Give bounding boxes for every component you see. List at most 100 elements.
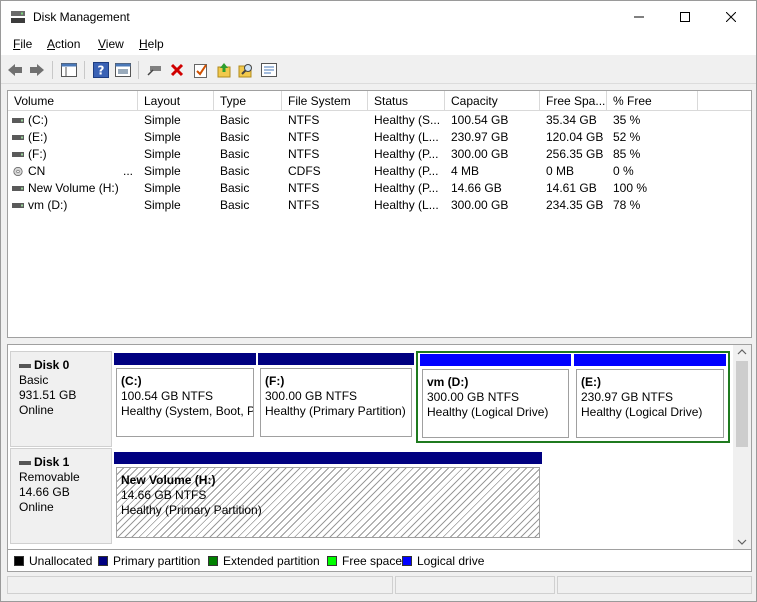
back-button[interactable] — [6, 61, 24, 79]
close-button[interactable] — [708, 1, 754, 33]
disk-icon — [19, 460, 31, 465]
status-bar-section — [7, 576, 393, 594]
column-header-file-system[interactable]: File System — [282, 91, 368, 111]
column-header-layout[interactable]: Layout — [138, 91, 214, 111]
volume-free: 120.04 GB — [546, 130, 604, 144]
partition-size: 14.66 GB NTFS — [121, 488, 207, 502]
help-button[interactable]: ? — [92, 61, 110, 79]
volume-layout: Simple — [144, 113, 181, 127]
volume-type: Basic — [220, 147, 250, 161]
menu-help[interactable]: Help — [139, 37, 164, 51]
volume-status: Healthy (L... — [374, 130, 439, 144]
status-bar-section — [395, 576, 555, 594]
table-row[interactable]: (E:) Simple Basic NTFS Healthy (L... 230.97 G… — [8, 129, 751, 146]
partition-e[interactable]: (E:) 230.97 GB NTFS Healthy (Logical Dri… — [574, 354, 726, 440]
forward-button[interactable] — [28, 61, 46, 79]
column-header-free-space[interactable]: Free Spa... — [540, 91, 607, 111]
volume-status: Healthy (P... — [374, 147, 439, 161]
table-row[interactable]: vm (D:) Simple Basic NTFS Healthy (L... 300.0… — [8, 197, 751, 214]
column-header-percent-free[interactable]: % Free — [607, 91, 698, 111]
partition-name: (F:) — [265, 374, 285, 388]
column-header-volume[interactable]: Volume — [8, 91, 138, 111]
volume-status: Healthy (S... — [374, 113, 441, 127]
connect-button[interactable] — [146, 61, 164, 79]
volume-pct: 35 % — [613, 113, 641, 127]
delete-button[interactable] — [168, 61, 186, 79]
volume-free: 234.35 GB — [546, 198, 604, 212]
settings-icon — [261, 63, 277, 77]
console-tree-button[interactable] — [60, 61, 78, 79]
legend: Unallocated Primary partition Extended p… — [7, 550, 752, 572]
volume-list-header: Volume Layout Type File System Status Ca… — [8, 91, 751, 111]
volume-free: 35.34 GB — [546, 113, 597, 127]
volume-layout: Simple — [144, 198, 181, 212]
disk-1-label[interactable]: Disk 1 Removable 14.66 GB Online — [10, 448, 112, 544]
volume-pct: 100 % — [613, 181, 648, 195]
partition-c-details: (C:) 100.54 GB NTFS Healthy (System, Boo… — [116, 368, 254, 437]
partition-d[interactable]: vm (D:) 300.00 GB NTFS Healthy (Logical … — [420, 354, 571, 440]
table-row[interactable]: CN... Simple Basic CDFS Healthy (P... 4 MB 0 M… — [8, 163, 751, 180]
legend-unallocated: Unallocated — [14, 554, 92, 568]
table-row[interactable]: (F:) Simple Basic NTFS Healthy (P... 300.00 G… — [8, 146, 751, 163]
maximize-icon — [680, 12, 690, 22]
partition-size: 300.00 GB NTFS — [265, 389, 358, 403]
table-row[interactable]: (C:) Simple Basic NTFS Healthy (S... 100.54 G… — [8, 112, 751, 129]
disk-0-label[interactable]: Disk 0 Basic 931.51 GB Online — [10, 351, 112, 447]
disk-management-window: Disk Management File Action View Help ? — [0, 0, 757, 602]
partition-name: New Volume (H:) — [121, 473, 216, 487]
partition-name: vm (D:) — [427, 375, 469, 389]
graphical-view-scrollbar[interactable] — [733, 345, 751, 549]
volume-list[interactable]: Volume Layout Type File System Status Ca… — [7, 90, 752, 338]
menu-action[interactable]: Action — [47, 37, 80, 51]
column-header-capacity[interactable]: Capacity — [445, 91, 540, 111]
volume-status: Healthy (P... — [374, 164, 439, 178]
volume-free: 14.61 GB — [546, 181, 597, 195]
minimize-button[interactable] — [616, 1, 662, 33]
partition-name: (E:) — [581, 375, 601, 389]
partition-status: Healthy (Logical Drive) — [427, 405, 549, 419]
checklist-button[interactable] — [192, 61, 210, 79]
menu-file[interactable]: File — [13, 37, 32, 51]
window-title: Disk Management — [33, 10, 130, 24]
primary-partition-bar — [114, 452, 542, 464]
scrollbar-thumb[interactable] — [736, 361, 748, 447]
disk-1-size: 14.66 GB — [19, 485, 70, 499]
toolbar-separator — [138, 61, 139, 79]
volume-fs: NTFS — [288, 198, 320, 212]
partition-h[interactable]: New Volume (H:) 14.66 GB NTFS Healthy (P… — [114, 452, 542, 540]
properties-icon — [115, 63, 131, 77]
search-icon — [238, 64, 252, 78]
table-row[interactable]: New Volume (H:) Simple Basic NTFS Healthy (P… — [8, 180, 751, 197]
column-header-type[interactable]: Type — [214, 91, 282, 111]
volume-capacity: 100.54 GB — [451, 113, 509, 127]
menu-view[interactable]: View — [98, 37, 124, 51]
scroll-down-icon[interactable] — [737, 539, 747, 545]
partition-status: Healthy (Primary Partition) — [265, 404, 406, 418]
volume-layout: Simple — [144, 181, 181, 195]
partition-name: (C:) — [121, 374, 142, 388]
partition-f[interactable]: (F:) 300.00 GB NTFS Healthy (Primary Par… — [258, 353, 414, 439]
volume-pct: 0 % — [613, 164, 634, 178]
volume-name-ellipsis: ... — [123, 164, 134, 178]
volume-name: (E:) — [28, 130, 48, 144]
maximize-button[interactable] — [662, 1, 708, 33]
partition-c[interactable]: (C:) 100.54 GB NTFS Healthy (System, Boo… — [114, 353, 256, 439]
scroll-up-icon[interactable] — [737, 349, 747, 355]
volume-type: Basic — [220, 113, 250, 127]
volume-name: vm (D:) — [28, 198, 68, 212]
disk-0-state: Online — [19, 403, 54, 417]
volume-layout: Simple — [144, 130, 181, 144]
title-bar[interactable]: Disk Management — [1, 1, 756, 33]
settings-button[interactable] — [260, 61, 278, 79]
column-header-status[interactable]: Status — [368, 91, 445, 111]
disk-0-kind: Basic — [19, 373, 49, 387]
extended-partition[interactable]: vm (D:) 300.00 GB NTFS Healthy (Logical … — [416, 351, 730, 443]
export-button[interactable] — [215, 61, 233, 79]
partition-f-details: (F:) 300.00 GB NTFS Healthy (Primary Par… — [260, 368, 412, 437]
disk-icon — [19, 363, 31, 368]
volume-icon — [12, 152, 24, 157]
search-button[interactable] — [237, 61, 255, 79]
properties-button[interactable] — [114, 61, 132, 79]
volume-pct: 78 % — [613, 198, 641, 212]
back-icon — [8, 64, 22, 76]
